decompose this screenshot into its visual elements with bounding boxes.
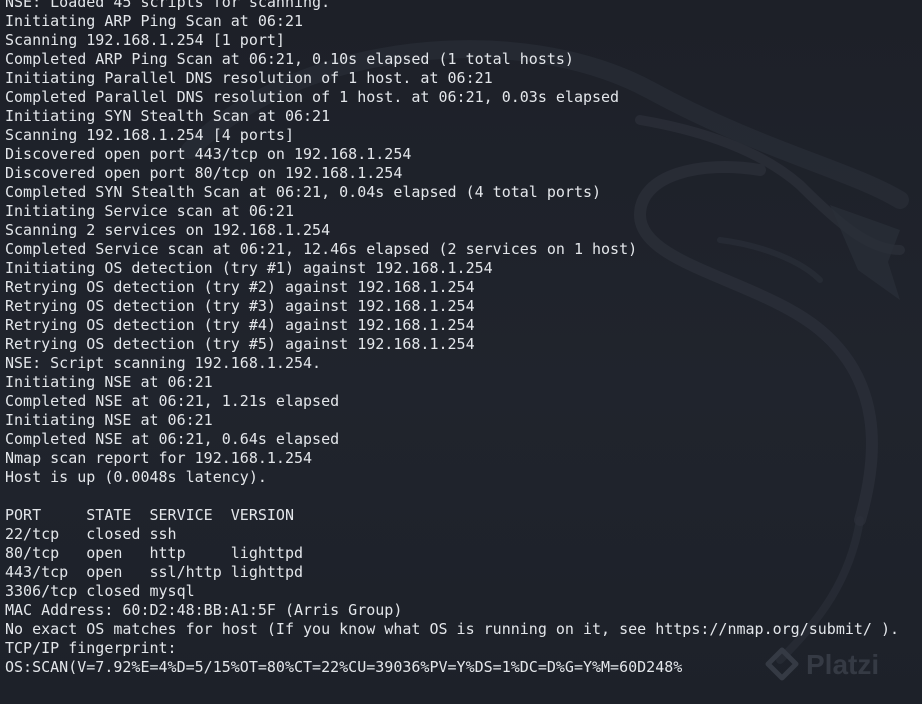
terminal-line: Initiating Parallel DNS resolution of 1 … — [5, 69, 493, 87]
terminal-line: Host is up (0.0048s latency). — [5, 468, 267, 486]
terminal-line: Scanning 192.168.1.254 [4 ports] — [5, 126, 294, 144]
terminal-line: Discovered open port 80/tcp on 192.168.1… — [5, 164, 403, 182]
terminal-line: Completed NSE at 06:21, 0.64s elapsed — [5, 430, 340, 448]
terminal-line: Nmap scan report for 192.168.1.254 — [5, 449, 313, 467]
terminal-line: PORT STATE SERVICE VERSION — [5, 506, 294, 524]
terminal-line: Scanning 192.168.1.254 [1 port] — [5, 31, 285, 49]
terminal-line: MAC Address: 60:D2:48:BB:A1:5F (Arris Gr… — [5, 601, 403, 619]
terminal-line: Completed Service scan at 06:21, 12.46s … — [5, 240, 638, 258]
terminal-line: Scanning 2 services on 192.168.1.254 — [5, 221, 331, 239]
terminal-line: Retrying OS detection (try #3) against 1… — [5, 297, 475, 315]
terminal-line: Completed NSE at 06:21, 1.21s elapsed — [5, 392, 340, 410]
terminal-line: Completed ARP Ping Scan at 06:21, 0.10s … — [5, 50, 574, 68]
terminal-line: Initiating NSE at 06:21 — [5, 411, 213, 429]
terminal-line: Retrying OS detection (try #5) against 1… — [5, 335, 475, 353]
terminal-line: NSE: Script scanning 192.168.1.254. — [5, 354, 322, 372]
terminal-line: 443/tcp open ssl/http lighttpd — [5, 563, 304, 581]
terminal-line: 80/tcp open http lighttpd — [5, 544, 304, 562]
terminal-output: NSE: Loaded 45 scripts for scanning. Init… — [5, 0, 899, 677]
terminal-line: Completed Parallel DNS resolution of 1 h… — [5, 88, 620, 106]
terminal-line: No exact OS matches for host (If you kno… — [5, 620, 900, 638]
terminal-line: TCP/IP fingerprint: — [5, 639, 177, 657]
terminal-line: 22/tcp closed ssh — [5, 525, 177, 543]
terminal-window[interactable]: Platzi NSE: Loaded 45 scripts for scanni… — [0, 0, 922, 704]
terminal-line: 3306/tcp closed mysql — [5, 582, 195, 600]
terminal-line: NSE: Loaded 45 scripts for scanning. — [5, 0, 331, 11]
terminal-line: Initiating Service scan at 06:21 — [5, 202, 294, 220]
terminal-line: Initiating OS detection (try #1) against… — [5, 259, 493, 277]
terminal-line: Discovered open port 443/tcp on 192.168.… — [5, 145, 412, 163]
terminal-line: Initiating NSE at 06:21 — [5, 373, 213, 391]
terminal-line: OS:SCAN(V=7.92%E=4%D=5/15%OT=80%CT=22%CU… — [5, 658, 683, 676]
terminal-line: Initiating ARP Ping Scan at 06:21 — [5, 12, 304, 30]
terminal-line: Retrying OS detection (try #2) against 1… — [5, 278, 475, 296]
terminal-line: Retrying OS detection (try #4) against 1… — [5, 316, 475, 334]
terminal-line: Completed SYN Stealth Scan at 06:21, 0.0… — [5, 183, 602, 201]
terminal-line: Initiating SYN Stealth Scan at 06:21 — [5, 107, 331, 125]
